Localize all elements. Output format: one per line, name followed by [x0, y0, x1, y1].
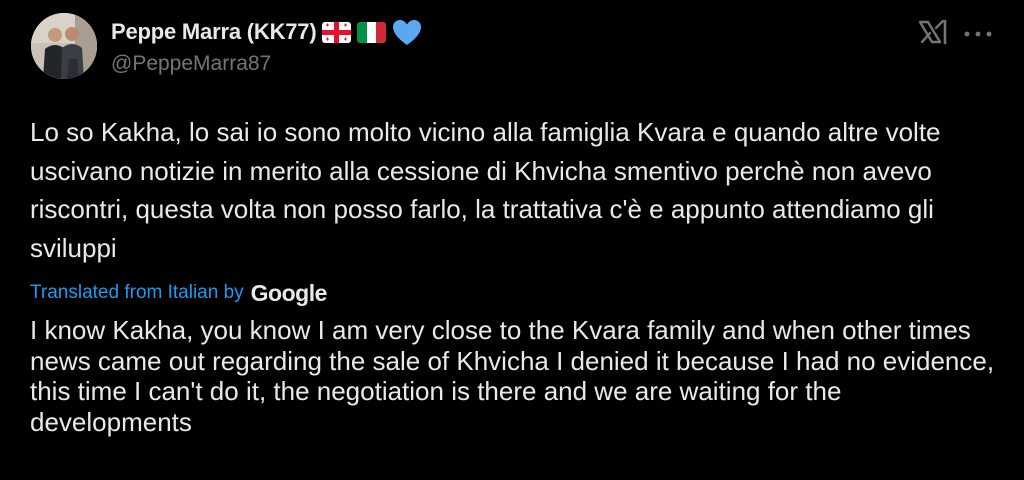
author-display-name[interactable]: Peppe Marra (KK77): [111, 19, 317, 45]
translation-attribution: Translated from Italian by Google: [30, 279, 327, 307]
translated-from-label[interactable]: Translated from Italian by: [30, 282, 244, 304]
author-handle[interactable]: @PeppeMarra87: [111, 52, 271, 76]
tweet-text: Lo so Kakha, lo sai io sono molto vicino…: [30, 117, 941, 263]
avatar[interactable]: [31, 13, 97, 79]
translation-text: I know Kakha, you know I am very close t…: [30, 315, 995, 437]
more-options-icon[interactable]: [962, 26, 994, 37]
blue-heart-icon: [392, 19, 422, 46]
georgia-flag-icon: [322, 21, 352, 43]
author-name-row: Peppe Marra (KK77): [111, 17, 422, 47]
italy-flag-icon: [357, 21, 387, 43]
google-logo: Google: [250, 279, 328, 306]
grok-icon[interactable]: [918, 19, 948, 45]
